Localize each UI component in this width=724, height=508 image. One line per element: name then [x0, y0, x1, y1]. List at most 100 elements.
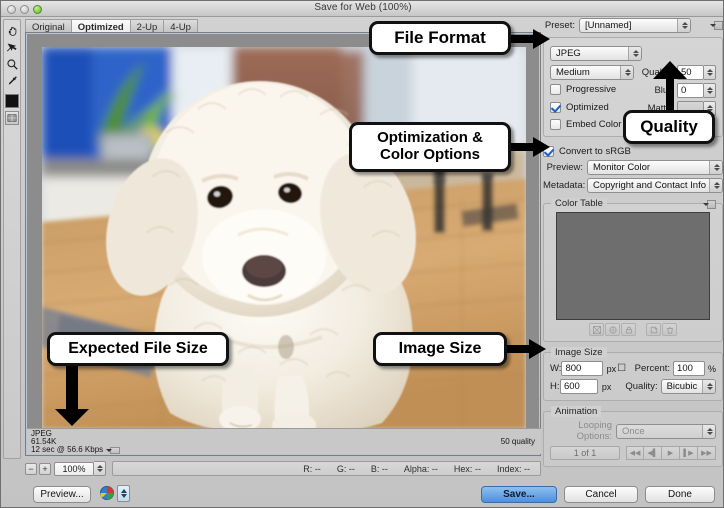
callout-quality: Quality	[623, 110, 715, 144]
readout-alpha: Alpha: --	[403, 463, 438, 474]
embed-color-profile-checkbox[interactable]	[550, 119, 561, 130]
height-input[interactable]: 600	[559, 379, 598, 394]
zoom-level-value[interactable]: 100%	[54, 461, 94, 476]
arrow-file-format	[509, 29, 550, 49]
animation-title: Animation	[551, 406, 602, 417]
save-button[interactable]: Save...	[481, 486, 557, 503]
slice-select-tool[interactable]	[4, 39, 20, 56]
first-frame-icon[interactable]: ◀◀	[626, 446, 644, 460]
foreground-color-swatch[interactable]	[5, 94, 19, 108]
convert-srgb-row[interactable]: Convert to sRGB	[543, 146, 723, 157]
blur-row: Progressive Blur: 0	[550, 83, 716, 98]
preset-row: Preset: [Unnamed]	[543, 18, 723, 33]
tab-2-up[interactable]: 2-Up	[129, 19, 164, 33]
zoom-stepper[interactable]	[94, 461, 106, 476]
metadata-value: Copyright and Contact Info	[593, 180, 707, 191]
looping-row: Looping Options: Once	[550, 420, 716, 442]
color-table-panel-menu-icon[interactable]	[703, 200, 716, 209]
chevron-updown-icon	[677, 19, 690, 32]
blur-stepper[interactable]	[704, 83, 716, 98]
animation-controls[interactable]: 1 of 1 ◀◀ ◀▌ ▶ ▌▶ ▶▶	[550, 446, 716, 460]
save-for-web-dialog: Save for Web (100%) Original Optimized 2…	[0, 0, 724, 508]
callout-expected-file-size: Expected File Size	[47, 332, 229, 366]
progressive-label: Progressive	[566, 83, 617, 95]
toggle-slices-visibility[interactable]	[5, 111, 19, 125]
preview-label: Preview:	[546, 162, 583, 173]
image-info-strip: JPEG 61.54K 12 sec @ 56.6 Kbps 50 qualit…	[27, 428, 541, 454]
delete-color-icon[interactable]	[662, 323, 677, 336]
looping-options-select[interactable]: Once	[616, 423, 716, 439]
last-frame-icon[interactable]: ▶▶	[698, 446, 716, 460]
browser-select-stepper[interactable]	[117, 485, 130, 502]
resample-quality-select[interactable]: Bicubic	[660, 379, 716, 394]
compression-quality-value: Medium	[556, 67, 590, 78]
looping-options-value: Once	[622, 425, 645, 437]
zoom-status-bar: − + 100% R: -- G: -- B: -- Alpha: -- Hex…	[25, 460, 541, 477]
chevron-updown-icon	[709, 179, 722, 192]
color-table-title: Color Table	[551, 198, 607, 209]
readout-g: G: --	[336, 463, 355, 474]
eyedropper-tool[interactable]	[4, 73, 20, 90]
preset-select[interactable]: [Unnamed]	[579, 18, 691, 33]
animation-group: Animation Looping Options: Once 1 of 1 ◀…	[543, 406, 723, 467]
preview-canvas[interactable]: JPEG 61.54K 12 sec @ 56.6 Kbps 50 qualit…	[25, 32, 541, 456]
web-shift-icon[interactable]	[605, 323, 620, 336]
image-quality-note: 50 quality	[500, 437, 535, 446]
play-icon[interactable]: ▶	[662, 446, 680, 460]
browser-preview-icon[interactable]	[99, 485, 115, 501]
looping-options-label: Looping Options:	[576, 420, 612, 442]
zoom-out-button[interactable]: −	[25, 462, 37, 475]
metadata-select[interactable]: Copyright and Contact Info	[587, 178, 723, 193]
hand-tool[interactable]	[4, 22, 20, 39]
file-format-select[interactable]: JPEG	[550, 46, 642, 61]
convert-to-srgb-label: Convert to sRGB	[559, 146, 631, 157]
width-input[interactable]: 800	[561, 361, 603, 376]
constrain-proportions-icon[interactable]: ☐	[616, 363, 627, 374]
download-rate-menu-icon[interactable]	[106, 446, 121, 454]
lock-color-icon[interactable]	[621, 323, 636, 336]
image-size-title: Image Size	[551, 347, 607, 358]
chevron-updown-icon	[702, 424, 715, 438]
cancel-button[interactable]: Cancel	[564, 486, 638, 503]
previous-frame-icon[interactable]: ◀▌	[644, 446, 662, 460]
quality-stepper[interactable]	[704, 65, 716, 80]
image-size-group: Image Size W: 800 px ☐ Percent: 100 % H:…	[543, 347, 723, 401]
callout-image-size: Image Size	[373, 332, 507, 366]
color-table-swatches[interactable]	[556, 212, 710, 320]
color-readout: R: -- G: -- B: -- Alpha: -- Hex: -- Inde…	[112, 461, 541, 476]
width-label: W:	[550, 363, 562, 374]
new-color-icon[interactable]	[646, 323, 661, 336]
compression-row: Medium Quality: 50	[550, 65, 716, 80]
width-unit: px	[606, 363, 617, 374]
preview-select[interactable]: Monitor Color	[587, 160, 723, 175]
preview-button[interactable]: Preview...	[33, 486, 91, 503]
image-download-time: 12 sec @ 56.6 Kbps	[31, 445, 104, 455]
progressive-checkbox-row[interactable]: Progressive	[550, 83, 634, 95]
optimized-label: Optimized	[566, 101, 609, 113]
optimized-checkbox[interactable]	[550, 101, 561, 113]
tab-optimized[interactable]: Optimized	[70, 19, 130, 33]
tab-4-up[interactable]: 4-Up	[163, 19, 198, 33]
progressive-checkbox[interactable]	[550, 83, 561, 95]
arrow-image-size	[505, 339, 546, 359]
metadata-row: Metadata: Copyright and Contact Info	[543, 178, 723, 193]
height-label: H:	[550, 381, 560, 392]
color-table-actions[interactable]	[548, 323, 718, 336]
view-tabs[interactable]: Original Optimized 2-Up 4-Up	[25, 19, 198, 33]
preview-image	[42, 47, 526, 429]
metadata-label: Metadata:	[543, 180, 586, 191]
zoom-in-button[interactable]: +	[39, 462, 51, 475]
next-frame-icon[interactable]: ▌▶	[680, 446, 698, 460]
preset-panel-menu-icon[interactable]	[710, 21, 723, 30]
frame-counter: 1 of 1	[550, 446, 620, 460]
readout-b: B: --	[370, 463, 388, 474]
arrow-expected-file-size	[55, 365, 89, 426]
optimized-checkbox-row[interactable]: Optimized	[550, 101, 634, 113]
percent-input[interactable]: 100	[673, 361, 705, 376]
map-transparency-icon[interactable]	[589, 323, 604, 336]
compression-quality-select[interactable]: Medium	[550, 65, 635, 80]
zoom-tool[interactable]	[4, 56, 20, 73]
tab-original[interactable]: Original	[25, 19, 71, 33]
callout-optimization-color-options: Optimization & Color Options	[349, 122, 511, 172]
done-button[interactable]: Done	[645, 486, 715, 503]
